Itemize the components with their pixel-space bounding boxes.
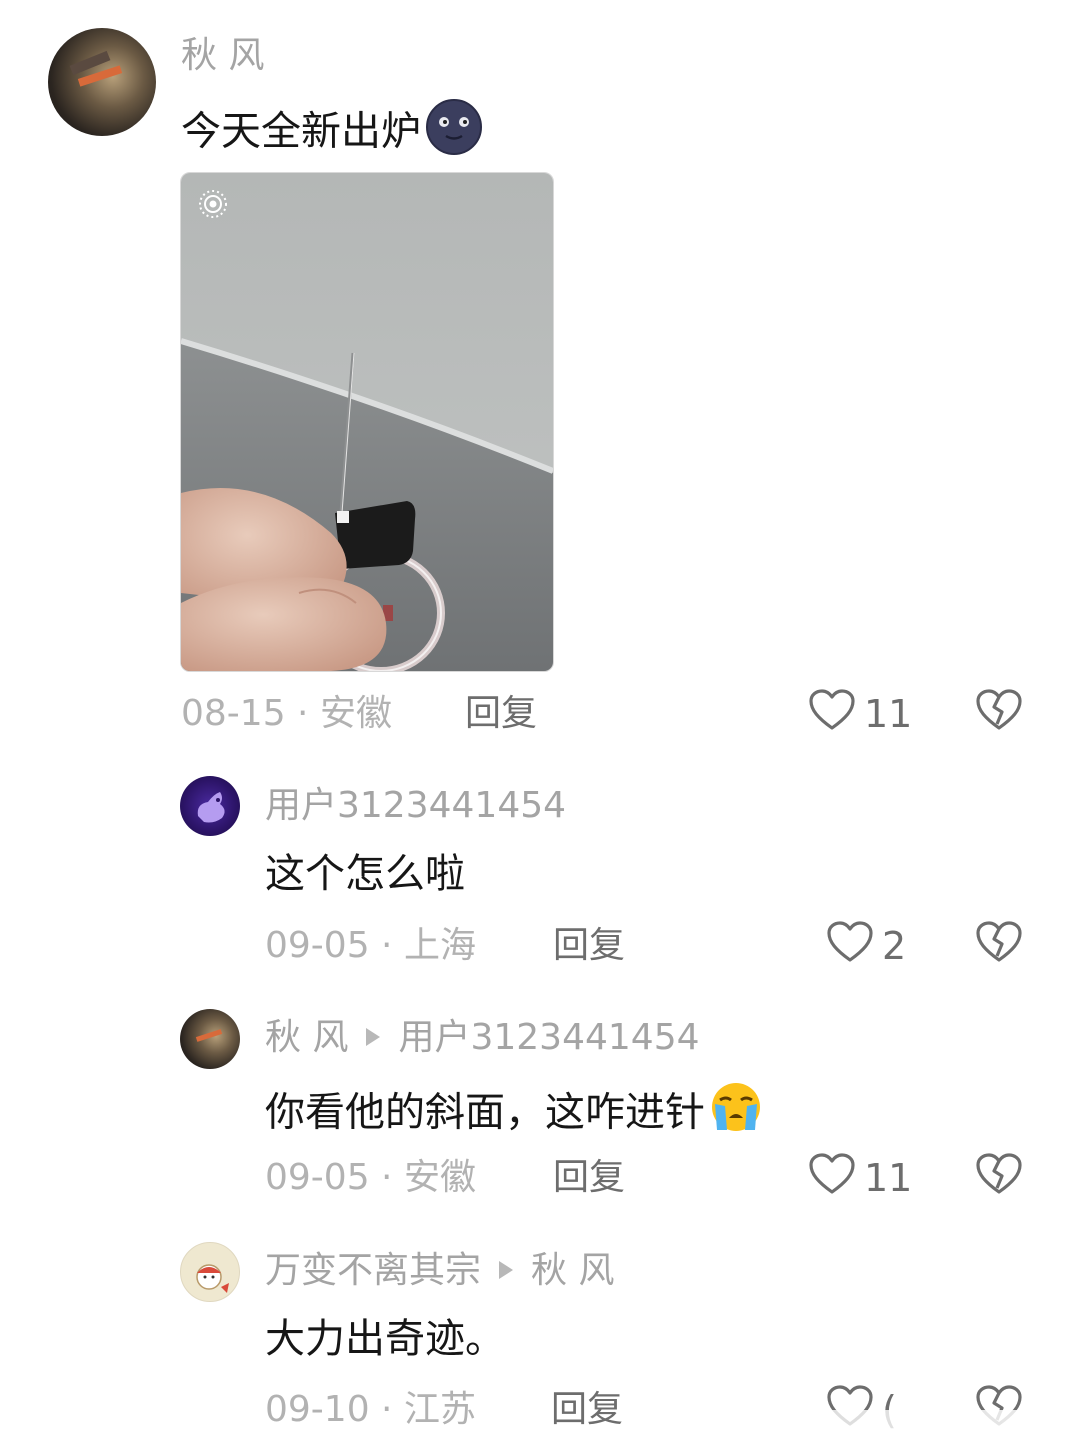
avatar[interactable]: [48, 28, 156, 136]
author-name[interactable]: 用户3123441454: [265, 784, 566, 828]
reply-header: 秋 风 用户3123441454: [265, 1016, 700, 1060]
reply-to-name[interactable]: 用户3123441454: [398, 1017, 699, 1058]
new-moon-face-emoji: [425, 98, 483, 169]
heart-icon[interactable]: [826, 920, 874, 964]
date-location: 09-10 · 江苏: [265, 1389, 476, 1430]
broken-heart-icon[interactable]: [975, 1152, 1023, 1196]
avatar[interactable]: [180, 776, 240, 836]
loudly-crying-face-emoji: [707, 1080, 765, 1149]
avatar[interactable]: [180, 1009, 240, 1069]
comment-text: 今天全新出炉: [181, 98, 483, 169]
comment-text: 你看他的斜面，这咋进针: [265, 1080, 765, 1149]
author-name[interactable]: 秋 风: [265, 1017, 348, 1058]
avatar[interactable]: [180, 1242, 240, 1302]
reply-header: 万变不离其宗 秋 风: [265, 1249, 614, 1293]
reply-to-name[interactable]: 秋 风: [531, 1250, 614, 1291]
heart-icon[interactable]: [808, 688, 856, 732]
reply-button[interactable]: 回复: [553, 924, 625, 968]
comment-text: 大力出奇迹。: [265, 1316, 505, 1362]
comment-text: 这个怎么啦: [265, 851, 465, 897]
reply-arrow-icon: [366, 1028, 381, 1046]
like-count: 2: [882, 924, 907, 968]
author-name[interactable]: 万变不离其宗: [265, 1250, 481, 1291]
reply-arrow-icon: [499, 1261, 514, 1279]
reply-button[interactable]: 回复: [465, 692, 537, 736]
watermark: [640, 1410, 1079, 1450]
broken-heart-icon[interactable]: [975, 920, 1023, 964]
comment-text-body: 今天全新出炉: [181, 108, 421, 155]
author-name[interactable]: 秋 风: [181, 34, 264, 78]
broken-heart-icon[interactable]: [975, 688, 1023, 732]
comment-text-body: 你看他的斜面，这咋进针: [265, 1089, 705, 1136]
reply-button[interactable]: 回复: [551, 1388, 623, 1432]
date-location: 08-15 · 安徽: [181, 693, 392, 734]
like-count: 11: [864, 1156, 913, 1200]
date-location: 09-05 · 安徽: [265, 1157, 476, 1198]
like-count: 11: [864, 692, 913, 736]
heart-icon[interactable]: [808, 1152, 856, 1196]
photo-attachment[interactable]: [180, 172, 554, 672]
date-location: 09-05 · 上海: [265, 925, 476, 966]
reply-button[interactable]: 回复: [553, 1156, 625, 1200]
